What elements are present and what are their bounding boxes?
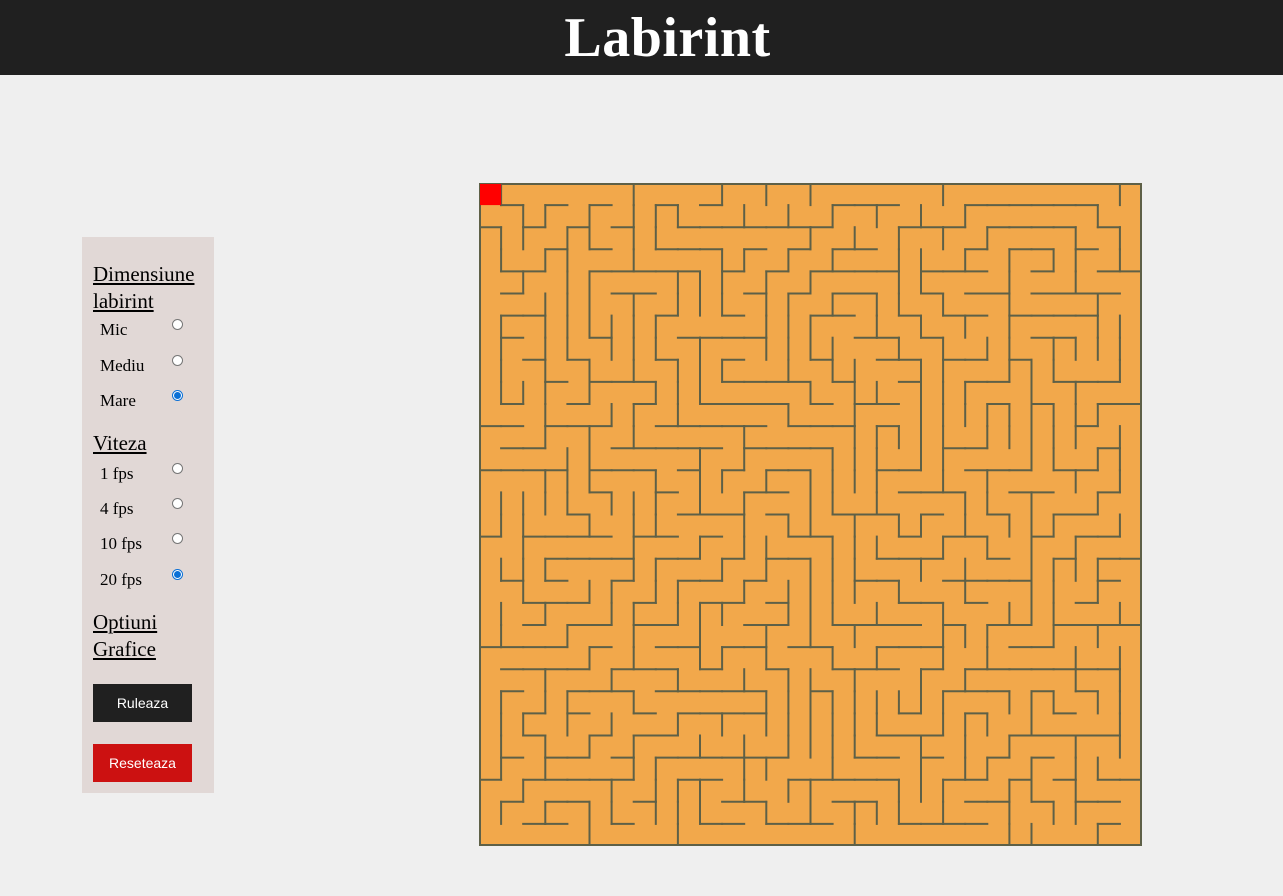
speed-radio-4fps[interactable] [172, 498, 183, 509]
graphics-section-title: Optiuni Grafice [93, 610, 158, 661]
speed-option-label-1fps: 1 fps [100, 464, 134, 483]
maze-canvas [479, 183, 1142, 846]
size-section-title: Dimensiune labirint [93, 262, 195, 313]
size-option-label-mare: Mare [100, 391, 136, 410]
size-radio-mediu[interactable] [172, 355, 183, 366]
page-title: Labirint [564, 6, 771, 69]
size-radio-mare[interactable] [172, 390, 183, 401]
reset-button[interactable]: Reseteaza [93, 744, 192, 782]
run-button[interactable]: Ruleaza [93, 684, 192, 722]
speed-radio-1fps[interactable] [172, 463, 183, 474]
size-option-label-mediu: Mediu [100, 356, 145, 375]
size-option-label-mic: Mic [100, 320, 128, 339]
speed-section-title: Viteza [93, 431, 147, 455]
speed-option-label-10fps: 10 fps [100, 534, 143, 553]
speed-option-label-4fps: 4 fps [100, 499, 134, 518]
speed-radio-20fps[interactable] [172, 569, 183, 580]
speed-option-label-20fps: 20 fps [100, 570, 143, 589]
app-header: Labirint [0, 0, 1283, 75]
speed-radio-10fps[interactable] [172, 533, 183, 544]
maze-board[interactable] [479, 183, 1142, 846]
settings-panel: Dimensiune labirint Mic Mediu Mare Vitez… [82, 237, 214, 793]
player-marker [480, 184, 502, 206]
size-radio-mic[interactable] [172, 319, 183, 330]
